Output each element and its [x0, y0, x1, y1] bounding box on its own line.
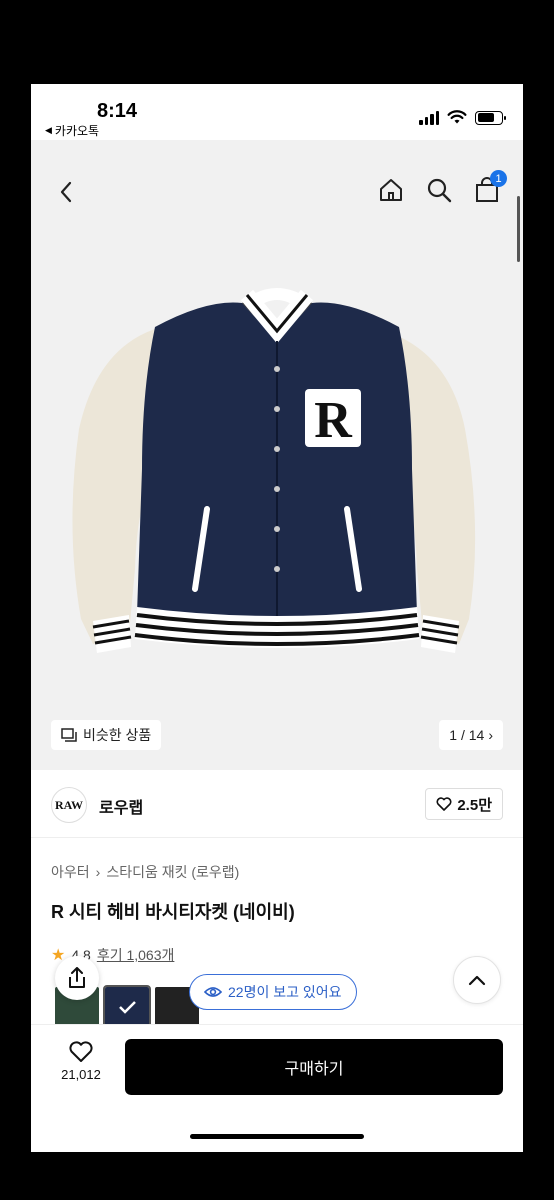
category-breadcrumb: 아우터 › 스타디움 재킷 (로우랩): [51, 862, 239, 882]
signal-icon: [419, 110, 439, 125]
home-icon[interactable]: [377, 176, 405, 204]
battery-icon: [475, 110, 506, 125]
brand-logo[interactable]: RAW: [51, 787, 87, 823]
status-bar: 8:14 ◀ 카카오톡: [31, 84, 523, 140]
back-app-label: 카카오톡: [54, 124, 100, 138]
image-counter-text: 1 / 14: [449, 727, 485, 743]
scrollbar[interactable]: [517, 196, 520, 262]
breadcrumb-separator-icon: ›: [95, 864, 101, 880]
color-option-thumbnail[interactable]: [103, 985, 151, 1029]
back-to-app-link[interactable]: ◀ 카카오톡: [45, 122, 99, 139]
check-icon: [119, 1001, 136, 1014]
brand-row[interactable]: RAW 로우랩 2.5만: [31, 770, 523, 838]
wishlist-count: 21,012: [61, 1067, 101, 1082]
back-chevron-icon[interactable]: [55, 178, 79, 206]
top-navigation: 1: [31, 168, 523, 216]
share-icon: [69, 967, 85, 988]
eye-icon: [204, 987, 222, 997]
breadcrumb-item[interactable]: 스타디움 재킷 (로우랩): [106, 862, 239, 882]
brand-like-count: 2.5만: [457, 796, 492, 814]
chevron-right-icon: ›: [488, 727, 493, 743]
product-title: R 시티 헤비 바시티자켓 (네이비): [51, 902, 295, 922]
cart-count-badge: 1: [490, 170, 507, 187]
purchase-bar: 21,012 구매하기: [31, 1024, 523, 1152]
wishlist-button[interactable]: 21,012: [49, 1041, 113, 1082]
similar-items-icon: [61, 728, 77, 742]
app-screen: 8:14 ◀ 카카오톡 1 R 비슷한 상품 1 / 14 › RAW 로우랩 …: [31, 84, 523, 1152]
heart-icon: [436, 797, 452, 811]
brand-name[interactable]: 로우랩: [99, 794, 143, 818]
heart-icon: [69, 1041, 93, 1062]
scroll-to-top-button[interactable]: [453, 956, 501, 1004]
live-viewers-pill: 22명이 보고 있어요: [189, 974, 357, 1010]
buy-button[interactable]: 구매하기: [125, 1039, 503, 1095]
search-icon[interactable]: [425, 176, 453, 204]
reviews-link[interactable]: 후기 1,063개: [97, 945, 175, 965]
status-time: 8:14: [97, 100, 138, 122]
product-image[interactable]: R: [67, 269, 487, 689]
live-viewers-text: 22명이 보고 있어요: [228, 984, 342, 1000]
wifi-icon: [447, 110, 467, 124]
chevron-up-icon: [468, 975, 486, 986]
cart-button[interactable]: 1: [473, 170, 507, 204]
brand-like-button[interactable]: 2.5만: [425, 788, 503, 820]
share-button[interactable]: [55, 956, 99, 1000]
back-triangle-icon: ◀: [45, 125, 52, 135]
image-counter[interactable]: 1 / 14 ›: [439, 720, 503, 750]
breadcrumb-item[interactable]: 아우터: [51, 862, 90, 882]
home-indicator[interactable]: [190, 1134, 364, 1139]
svg-text:R: R: [314, 392, 353, 449]
similar-products-label: 비슷한 상품: [83, 727, 152, 743]
similar-products-button[interactable]: 비슷한 상품: [51, 720, 162, 750]
system-icons: [419, 110, 506, 125]
